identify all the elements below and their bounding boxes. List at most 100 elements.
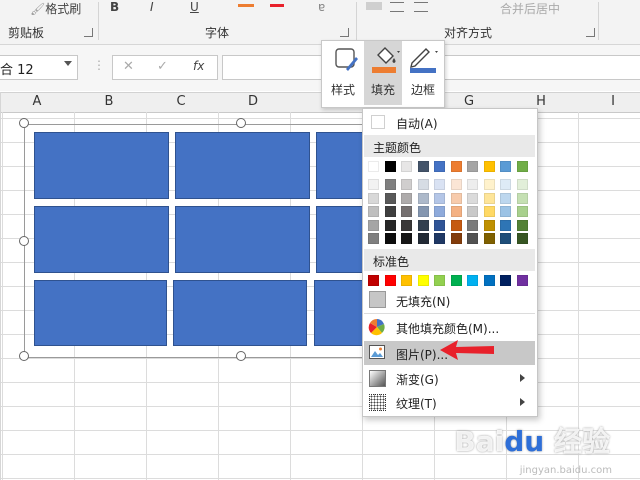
menu-item-texture[interactable]: 纹理(T)	[363, 390, 535, 414]
resize-handle[interactable]	[19, 351, 29, 361]
format-painter-button[interactable]: 🖌格式刷	[30, 0, 81, 16]
theme-shade-swatch[interactable]	[516, 206, 528, 217]
menu-item-no-fill[interactable]: 无填充(N)	[363, 288, 535, 312]
theme-color-swatch[interactable]	[368, 161, 379, 172]
theme-shade-swatch[interactable]	[450, 179, 462, 190]
standard-color-swatch[interactable]	[467, 275, 478, 286]
theme-shade-swatch[interactable]	[368, 192, 379, 204]
theme-shade-swatch[interactable]	[483, 192, 495, 204]
theme-shade-swatch[interactable]	[483, 219, 495, 231]
standard-color-swatch[interactable]	[434, 275, 445, 286]
theme-shade-swatch[interactable]	[516, 233, 528, 244]
menu-item-gradient[interactable]: 渐变(G)	[363, 366, 535, 390]
standard-color-swatch[interactable]	[401, 275, 412, 286]
theme-shade-swatch[interactable]	[401, 192, 412, 204]
theme-shade-swatch[interactable]	[417, 219, 429, 231]
standard-color-swatch[interactable]	[483, 275, 495, 286]
theme-shade-swatch[interactable]	[417, 206, 429, 217]
theme-shade-swatch[interactable]	[368, 233, 379, 244]
column-header-a[interactable]: A	[27, 94, 47, 109]
theme-shade-swatch[interactable]	[384, 219, 396, 231]
merge-center-button[interactable]: 合并后居中	[500, 0, 560, 16]
theme-shade-swatch[interactable]	[417, 179, 429, 190]
theme-shade-swatch[interactable]	[401, 233, 412, 244]
resize-handle[interactable]	[236, 351, 246, 361]
theme-shade-swatch[interactable]	[516, 192, 528, 204]
theme-color-swatch[interactable]	[516, 161, 528, 172]
theme-shade-swatch[interactable]	[450, 219, 462, 231]
theme-shade-swatch[interactable]	[434, 219, 445, 231]
column-header-h[interactable]: H	[531, 94, 551, 109]
style-button[interactable]: 样式	[324, 41, 362, 105]
theme-shade-swatch[interactable]	[384, 233, 396, 244]
theme-shade-swatch[interactable]	[483, 233, 495, 244]
theme-color-swatch[interactable]	[384, 161, 396, 172]
theme-shade-swatch[interactable]	[516, 179, 528, 190]
theme-shade-swatch[interactable]	[500, 179, 511, 190]
drag-handle-icon[interactable]: ⋮	[93, 58, 105, 72]
font-color-icon[interactable]	[270, 4, 284, 7]
bold-button[interactable]: B	[110, 0, 119, 14]
theme-shade-swatch[interactable]	[401, 179, 412, 190]
theme-shade-swatch[interactable]	[401, 206, 412, 217]
theme-shade-swatch[interactable]	[434, 192, 445, 204]
theme-color-swatch[interactable]	[401, 161, 412, 172]
resize-handle[interactable]	[19, 236, 29, 246]
column-header-b[interactable]: B	[99, 94, 119, 109]
enter-icon[interactable]: ✓	[157, 59, 168, 74]
column-header-i[interactable]: I	[603, 94, 623, 109]
standard-color-swatch[interactable]	[500, 275, 511, 286]
theme-shade-swatch[interactable]	[500, 219, 511, 231]
theme-shade-swatch[interactable]	[368, 179, 379, 190]
theme-shade-swatch[interactable]	[450, 192, 462, 204]
theme-shade-swatch[interactable]	[384, 192, 396, 204]
fill-color-icon[interactable]	[238, 4, 254, 7]
align-left-icon[interactable]	[366, 2, 382, 10]
italic-button[interactable]: I	[150, 0, 154, 14]
theme-shade-swatch[interactable]	[434, 179, 445, 190]
column-header-g[interactable]: G	[459, 94, 479, 109]
theme-shade-swatch[interactable]	[450, 233, 462, 244]
column-header-c[interactable]: C	[171, 94, 191, 109]
theme-shade-swatch[interactable]	[467, 206, 478, 217]
dialog-launcher-icon[interactable]	[84, 28, 93, 37]
menu-item-more-colors[interactable]: 其他填充颜色(M)...	[363, 315, 535, 339]
theme-shade-swatch[interactable]	[467, 219, 478, 231]
phonetic-icon[interactable]: ɐ	[318, 0, 325, 14]
standard-color-swatch[interactable]	[384, 275, 396, 286]
fill-button[interactable]: 填充	[364, 41, 402, 105]
theme-shade-swatch[interactable]	[483, 179, 495, 190]
align-center-icon[interactable]	[390, 2, 404, 12]
theme-shade-swatch[interactable]	[450, 206, 462, 217]
resize-handle[interactable]	[236, 118, 246, 128]
border-button[interactable]: 边框	[404, 41, 442, 105]
theme-color-swatch[interactable]	[450, 161, 462, 172]
theme-shade-swatch[interactable]	[384, 179, 396, 190]
theme-shade-swatch[interactable]	[500, 192, 511, 204]
insert-function-icon[interactable]: fx	[193, 59, 204, 73]
theme-shade-swatch[interactable]	[467, 192, 478, 204]
theme-shade-swatch[interactable]	[417, 192, 429, 204]
theme-shade-swatch[interactable]	[500, 206, 511, 217]
theme-shade-swatch[interactable]	[417, 233, 429, 244]
theme-shade-swatch[interactable]	[467, 179, 478, 190]
theme-color-swatch[interactable]	[434, 161, 445, 172]
theme-shade-swatch[interactable]	[483, 206, 495, 217]
theme-shade-swatch[interactable]	[434, 206, 445, 217]
dialog-launcher-icon[interactable]	[340, 28, 349, 37]
dialog-launcher-icon[interactable]	[586, 28, 595, 37]
column-header-d[interactable]: D	[243, 94, 263, 109]
resize-handle[interactable]	[19, 118, 29, 128]
theme-shade-swatch[interactable]	[384, 206, 396, 217]
theme-color-swatch[interactable]	[500, 161, 511, 172]
standard-color-swatch[interactable]	[368, 275, 379, 286]
theme-color-swatch[interactable]	[483, 161, 495, 172]
standard-color-swatch[interactable]	[450, 275, 462, 286]
theme-shade-swatch[interactable]	[434, 233, 445, 244]
standard-color-swatch[interactable]	[516, 275, 528, 286]
theme-color-swatch[interactable]	[417, 161, 429, 172]
chevron-down-icon[interactable]	[64, 61, 72, 66]
theme-shade-swatch[interactable]	[467, 233, 478, 244]
theme-shade-swatch[interactable]	[368, 219, 379, 231]
theme-color-swatch[interactable]	[467, 161, 478, 172]
